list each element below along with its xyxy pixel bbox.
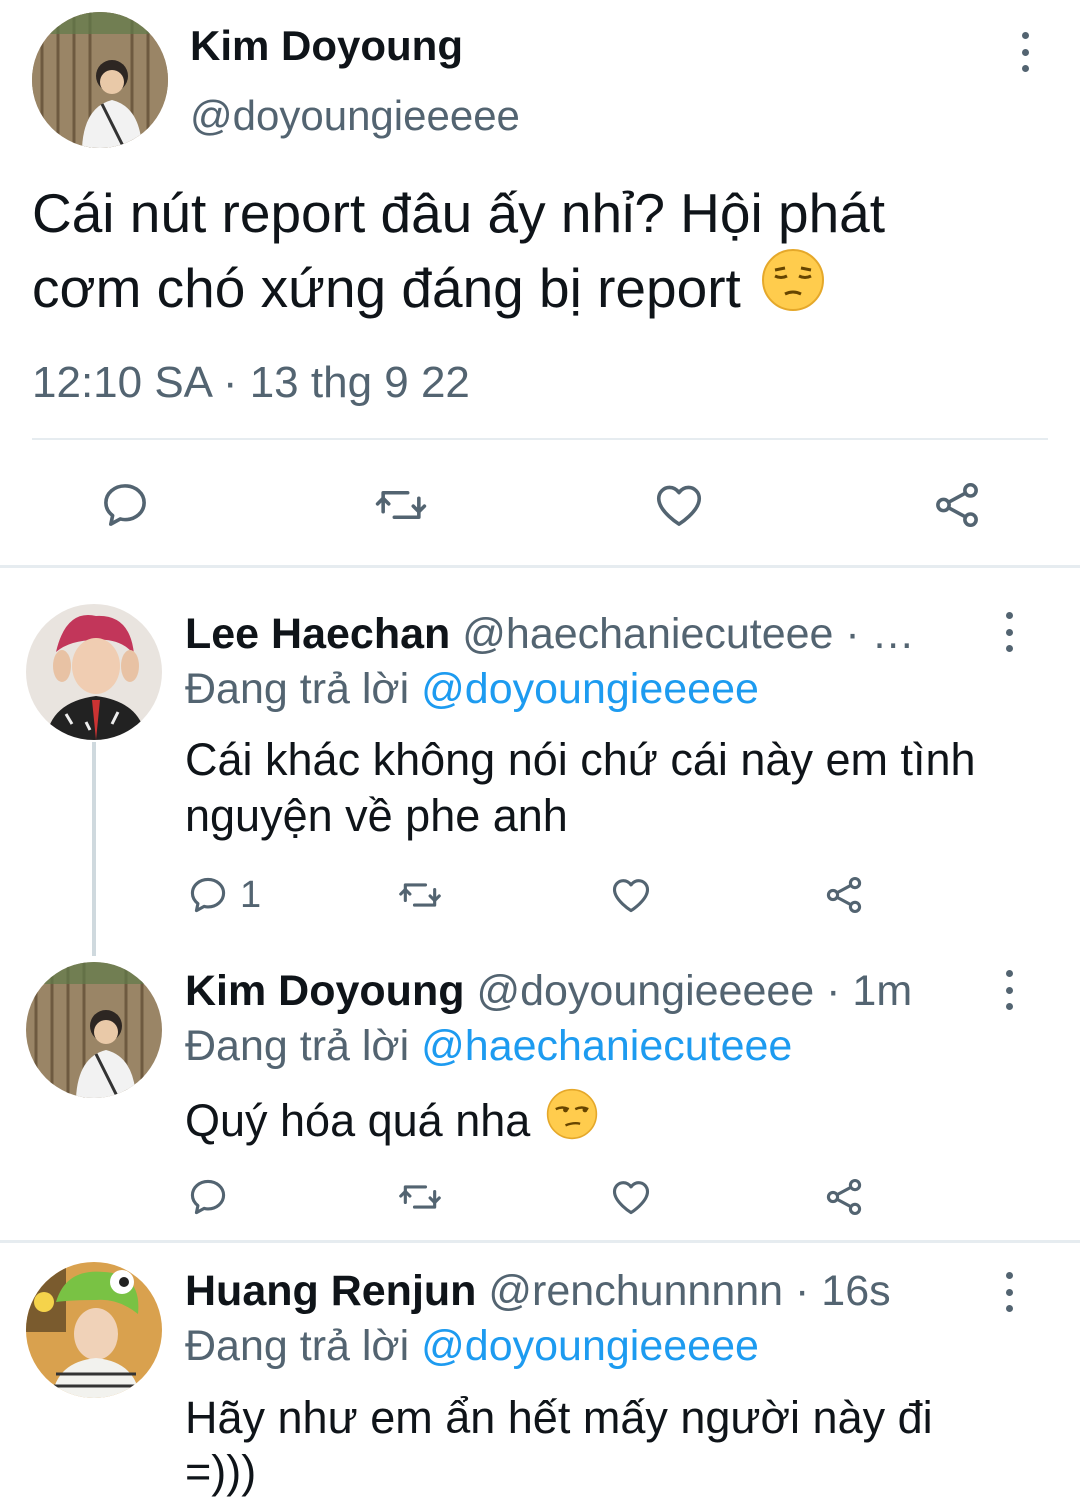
retweet-icon[interactable] (372, 478, 430, 532)
thread-line (92, 742, 96, 956)
replying-to-handle[interactable]: @doyoungieeeee (421, 665, 759, 713)
section-divider (0, 565, 1080, 568)
reply-handle-time[interactable]: @doyoungieeeee · 1m (476, 967, 912, 1015)
reply-handle-time[interactable]: @haechaniecuteee · … (462, 610, 914, 658)
replying-to: Đang trả lời @haechaniecuteee (185, 1019, 792, 1073)
avatar-kim-doyoung[interactable] (32, 12, 168, 148)
reply-count: 1 (240, 873, 262, 916)
reply-text-line-2: =))) (185, 1446, 257, 1497)
reply-icon[interactable] (186, 1175, 230, 1219)
retweet-icon[interactable] (396, 873, 444, 917)
section-divider (0, 1240, 1080, 1243)
reply-text-line-1: Cái khác không nói chứ cái này em tình (185, 734, 976, 785)
share-icon[interactable] (930, 478, 984, 532)
pensive-face-icon (761, 248, 825, 328)
reply-header: Huang Renjun @renchunnnnn · 16s (185, 1264, 891, 1318)
retweet-icon[interactable] (396, 1175, 444, 1219)
like-icon[interactable] (609, 873, 653, 917)
tweet-text-line-2-content: cơm chó xứng đáng bị report (32, 257, 741, 319)
reply-icon[interactable]: 1 (186, 873, 261, 917)
reply-author-name[interactable]: Lee Haechan (185, 610, 450, 658)
author-handle[interactable]: @doyoungieeeee (190, 90, 520, 142)
reply-text-content: Quý hóa quá nha (185, 1094, 531, 1146)
replying-to-prefix: Đang trả lời (185, 665, 410, 713)
replying-to-handle[interactable]: @doyoungieeeee (421, 1322, 759, 1370)
share-icon[interactable] (822, 873, 866, 917)
more-icon[interactable] (994, 1272, 1024, 1312)
more-icon[interactable] (994, 612, 1024, 652)
replying-to: Đang trả lời @doyoungieeeee (185, 662, 759, 716)
more-icon[interactable] (1010, 32, 1040, 72)
reply-author-name[interactable]: Kim Doyoung (185, 967, 464, 1015)
tweet-timestamp[interactable]: 12:10 SA · 13 thg 9 22 (32, 355, 470, 411)
reply-handle-time[interactable]: @renchunnnnn · 16s (488, 1267, 890, 1315)
share-icon[interactable] (822, 1175, 866, 1219)
like-icon[interactable] (652, 478, 706, 532)
reply-icon[interactable] (98, 478, 152, 532)
replying-to-prefix: Đang trả lời (185, 1022, 410, 1070)
reply-header: Kim Doyoung @doyoungieeeee · 1m (185, 964, 912, 1018)
replying-to-prefix: Đang trả lời (185, 1322, 410, 1370)
reply-text-line-2: nguyện về phe anh (185, 790, 568, 841)
replying-to: Đang trả lời @doyoungieeeee (185, 1319, 759, 1373)
tweet-text-line-2: cơm chó xứng đáng bị report (32, 248, 825, 328)
more-icon[interactable] (994, 970, 1024, 1010)
unamused-face-icon (546, 1088, 598, 1153)
author-name[interactable]: Kim Doyoung (190, 20, 463, 72)
replying-to-handle[interactable]: @haechaniecuteee (421, 1022, 792, 1070)
tweet-text-line-1: Cái nút report đâu ấy nhỉ? Hội phát (32, 182, 886, 244)
avatar-kim-doyoung[interactable] (26, 962, 162, 1098)
avatar-lee-haechan[interactable] (26, 604, 162, 740)
reply-text-line-1: Hãy như em ẩn hết mấy người này đi (185, 1392, 933, 1443)
like-icon[interactable] (609, 1175, 653, 1219)
reply-text-line-1: Quý hóa quá nha (185, 1088, 598, 1153)
avatar-huang-renjun[interactable] (26, 1262, 162, 1398)
divider (32, 438, 1048, 440)
reply-header: Lee Haechan @haechaniecuteee · … (185, 607, 915, 661)
reply-author-name[interactable]: Huang Renjun (185, 1267, 476, 1315)
